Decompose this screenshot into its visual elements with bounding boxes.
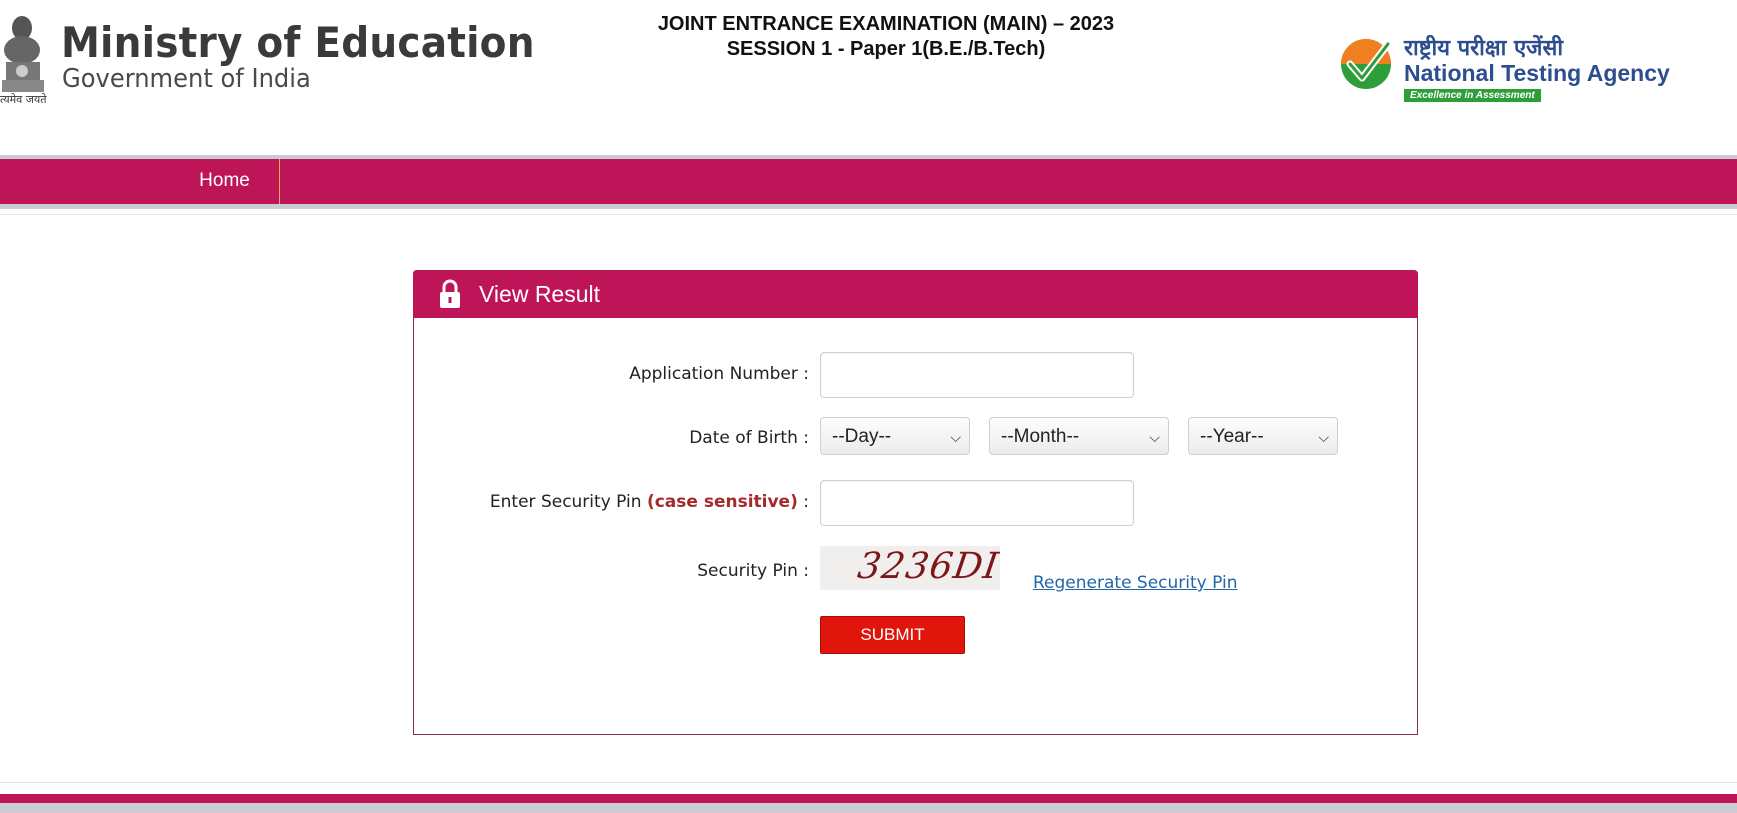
dob-year-select[interactable]: --Year-- ⌵ — [1188, 417, 1338, 455]
dob-day-select[interactable]: --Day-- ⌵ — [820, 417, 970, 455]
dob-day-value: --Day-- — [832, 426, 892, 447]
submit-button[interactable]: SUBMIT — [820, 616, 965, 654]
footer-bar — [0, 794, 1737, 803]
application-number-label: Application Number : — [629, 364, 809, 384]
chevron-down-icon: ⌵ — [1149, 429, 1160, 445]
lock-icon — [440, 279, 460, 308]
nav-divider-thin — [0, 214, 1737, 215]
view-result-panel: View Result Application Number : Date of… — [413, 270, 1418, 735]
nta-name: National Testing Agency — [1404, 60, 1670, 86]
panel-header: View Result — [413, 270, 1418, 318]
security-pin-colon: : — [803, 492, 809, 512]
nta-checkmark-icon — [1341, 39, 1392, 89]
captcha-text: 3236DI — [855, 546, 1000, 587]
case-sensitive-note: (case sensitive) — [646, 492, 798, 512]
dob-month-value: --Month-- — [1001, 426, 1080, 447]
ministry-title: Ministry of Education — [61, 18, 535, 67]
site-header: त्यमेव जयते Ministry of Education Govern… — [0, 0, 1737, 155]
security-pin-input[interactable] — [820, 480, 1134, 526]
regenerate-security-pin-link[interactable]: Regenerate Security Pin — [1033, 573, 1238, 593]
exam-title-line2: SESSION 1 - Paper 1(B.E./B.Tech) — [726, 38, 1046, 60]
dob-label: Date of Birth : — [689, 428, 809, 448]
captcha-label: Security Pin : — [697, 561, 809, 581]
exam-title: JOINT ENTRANCE EXAMINATION (MAIN) – 2023… — [540, 12, 1232, 62]
nav-divider — [0, 204, 1737, 209]
main-nav: Home — [0, 159, 1737, 204]
application-number-input[interactable] — [820, 352, 1134, 398]
nta-hindi-name: राष्ट्रीय परीक्षा एजेंसी — [1404, 36, 1564, 61]
footer-bar-grey — [0, 803, 1737, 813]
captcha-image: 3236DI — [820, 546, 1000, 590]
footer-divider — [0, 782, 1737, 783]
exam-title-line1: JOINT ENTRANCE EXAMINATION (MAIN) – 2023 — [657, 13, 1115, 35]
panel-title: View Result — [479, 281, 601, 307]
chevron-down-icon: ⌵ — [950, 429, 961, 445]
nta-tagline: Excellence in Assessment — [1404, 89, 1541, 102]
emblem-motto: त्यमेव जयते — [0, 93, 47, 106]
dob-month-select[interactable]: --Month-- ⌵ — [989, 417, 1169, 455]
chevron-down-icon: ⌵ — [1318, 429, 1329, 445]
security-pin-label: Enter Security Pin (case sensitive) : — [490, 492, 809, 512]
security-pin-label-text: Enter Security Pin — [489, 492, 642, 512]
ministry-subtitle: Government of India — [62, 64, 311, 94]
dob-year-value: --Year-- — [1200, 426, 1264, 447]
nav-home-link[interactable]: Home — [170, 159, 280, 204]
